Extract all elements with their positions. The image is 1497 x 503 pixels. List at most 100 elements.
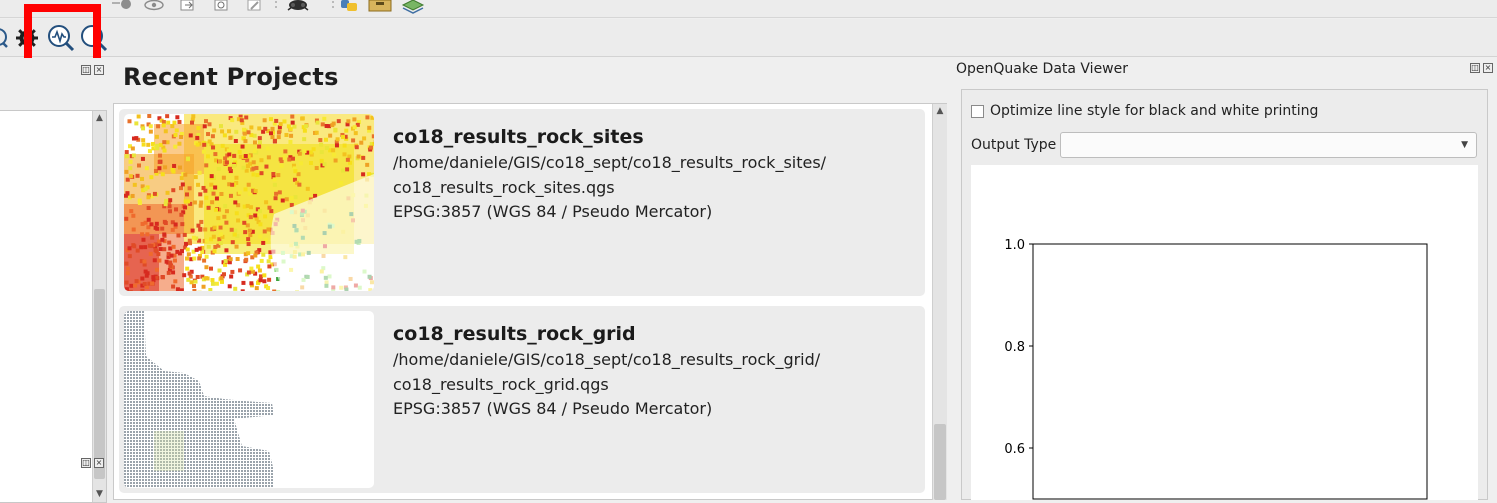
- grid-cell: [145, 317, 147, 319]
- grid-cell: [172, 362, 174, 364]
- grid-cell: [238, 329, 240, 331]
- map-point: [222, 272, 226, 276]
- dock-float-button[interactable]: ◫: [81, 458, 91, 468]
- grid-cell: [250, 473, 252, 475]
- scroll-up-arrow-icon[interactable]: ▲: [933, 106, 947, 116]
- map-point: [156, 252, 160, 256]
- grid-cell: [148, 398, 150, 400]
- layers-icon[interactable]: [400, 0, 426, 14]
- project-card[interactable]: co18_results_rock_sites /home/daniele/GI…: [119, 109, 925, 296]
- grid-cell: [241, 392, 243, 394]
- map-point: [148, 149, 152, 153]
- map-point: [125, 287, 129, 291]
- grid-cell: [208, 392, 210, 394]
- bw-printing-checkbox[interactable]: [971, 105, 984, 118]
- output-type-select[interactable]: ▼: [1060, 132, 1477, 158]
- dock-float-button[interactable]: ◫: [1470, 63, 1480, 73]
- grid-cell: [247, 350, 249, 352]
- grid-cell: [208, 359, 210, 361]
- grid-cell: [265, 455, 267, 457]
- refresh-icon[interactable]: [210, 0, 234, 12]
- grid-cell: [268, 365, 270, 367]
- grid-cell: [202, 338, 204, 340]
- export-icon[interactable]: [176, 0, 200, 12]
- map-point: [230, 270, 234, 274]
- grid-cell: [262, 347, 264, 349]
- folder-icon[interactable]: [367, 0, 393, 14]
- grid-cell: [265, 449, 267, 451]
- map-point: [126, 267, 130, 271]
- grid-cell: [184, 434, 186, 436]
- grid-cell: [259, 338, 261, 340]
- grid-cell: [124, 476, 126, 478]
- grid-cell: [223, 314, 225, 316]
- grid-cell: [133, 374, 135, 376]
- partial-search-icon[interactable]: [0, 27, 10, 49]
- grid-cell: [256, 335, 258, 337]
- grid-cell: [217, 392, 219, 394]
- map-point: [192, 236, 196, 240]
- grid-cell: [151, 434, 153, 436]
- grid-cell: [148, 332, 150, 334]
- projects-scrollbar[interactable]: ▲: [932, 104, 947, 500]
- grid-cell: [214, 347, 216, 349]
- scroll-down-arrow-icon[interactable]: ▼: [93, 489, 106, 499]
- dock-close-button[interactable]: ×: [94, 65, 104, 75]
- grid-cell: [214, 473, 216, 475]
- grid-cell: [226, 344, 228, 346]
- grid-cell: [193, 341, 195, 343]
- grid-cell: [208, 410, 210, 412]
- grid-cell: [196, 395, 198, 397]
- map-point: [199, 220, 203, 224]
- grid-cell: [220, 470, 222, 472]
- grid-cell: [244, 431, 246, 433]
- grey-tool-icon[interactable]: [110, 0, 134, 12]
- eye-icon[interactable]: [142, 0, 166, 12]
- edit-icon[interactable]: [243, 0, 267, 12]
- scrollbar-thumb[interactable]: [94, 289, 105, 479]
- project-card[interactable]: co18_results_rock_grid /home/daniele/GIS…: [119, 306, 925, 493]
- y-tick-label: 0.6: [1004, 442, 1025, 457]
- grid-cell: [244, 482, 246, 484]
- grid-cell: [166, 410, 168, 412]
- grid-cell: [184, 398, 186, 400]
- grid-cell: [187, 398, 189, 400]
- grid-cell: [223, 404, 225, 406]
- grid-cell: [229, 404, 231, 406]
- map-point: [204, 163, 208, 167]
- bug-icon[interactable]: [284, 0, 312, 14]
- grid-cell: [133, 464, 135, 466]
- map-point: [234, 139, 238, 143]
- map-point: [149, 222, 153, 226]
- grid-cell: [178, 335, 180, 337]
- map-point: [174, 222, 178, 226]
- grid-cell: [253, 419, 255, 421]
- browser-scrollbar[interactable]: ▲ ▼: [92, 111, 106, 502]
- grid-cell: [208, 317, 210, 319]
- dock-float-button[interactable]: ◫: [81, 65, 91, 75]
- map-point: [242, 128, 246, 132]
- python-icon[interactable]: [338, 0, 362, 14]
- grid-cell: [169, 383, 171, 385]
- grid-cell: [172, 410, 174, 412]
- grid-cell: [223, 323, 225, 325]
- browser-tree[interactable]: ▲ ▼: [0, 110, 107, 503]
- scrollbar-thumb[interactable]: [934, 424, 946, 500]
- grid-cell: [226, 350, 228, 352]
- grid-cell: [145, 392, 147, 394]
- scroll-up-arrow-icon[interactable]: ▲: [93, 113, 106, 123]
- dock-close-button[interactable]: ×: [1483, 63, 1493, 73]
- dock-close-button[interactable]: ×: [94, 458, 104, 468]
- grid-cell: [220, 332, 222, 334]
- grid-cell: [229, 398, 231, 400]
- map-point: [149, 130, 153, 134]
- grid-cell: [154, 413, 156, 415]
- grid-cell: [184, 416, 186, 418]
- grid-cell: [229, 446, 231, 448]
- grid-cell: [232, 374, 234, 376]
- grid-cell: [262, 383, 264, 385]
- grid-cell: [190, 398, 192, 400]
- grid-cell: [202, 344, 204, 346]
- grid-cell: [220, 419, 222, 421]
- grid-cell: [214, 443, 216, 445]
